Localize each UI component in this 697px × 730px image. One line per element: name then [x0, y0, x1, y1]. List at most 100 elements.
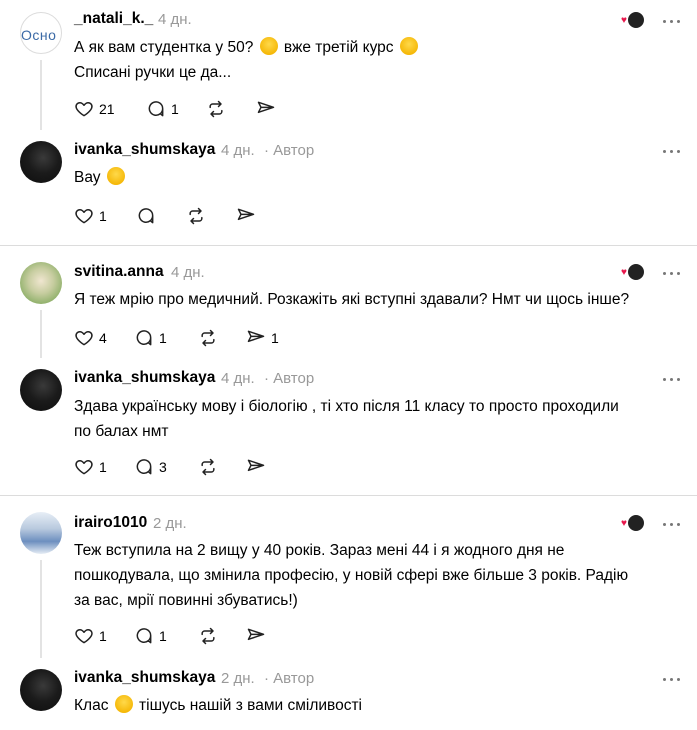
username[interactable]: ivanka_shumskaya [74, 141, 215, 159]
avatar[interactable] [20, 369, 62, 411]
like-count: 1 [99, 208, 107, 224]
comment-line: Теж вступила на 2 вищу у 40 років. Зараз… [74, 542, 565, 559]
reply-button[interactable]: 1 [146, 98, 179, 120]
comment-line: пошкодувала, що змінила професію, у нові… [74, 567, 629, 584]
share-button[interactable] [256, 98, 276, 120]
comment-icon [136, 628, 152, 644]
like-count: 1 [99, 459, 107, 475]
repost-button[interactable] [198, 327, 218, 349]
author-tag: · Автор [264, 670, 315, 687]
like-button[interactable]: 1 [74, 625, 107, 647]
comment-text: Теж вступила на 2 вищу у 40 років. Зараз… [74, 538, 684, 613]
comment-icon [136, 330, 152, 346]
grin-emoji-icon [259, 37, 278, 55]
comment-icon [136, 459, 152, 475]
share-count: 1 [271, 330, 279, 346]
repost-icon [201, 329, 215, 347]
heart-icon [75, 331, 93, 346]
share-button[interactable] [246, 625, 266, 647]
timestamp[interactable]: 4 дн. [171, 264, 205, 281]
comment-icon [148, 101, 164, 117]
like-button[interactable]: 21 [74, 98, 115, 120]
star-eyes-emoji-icon [106, 167, 125, 185]
reply-count: 3 [159, 459, 167, 475]
like-button[interactable]: 4 [74, 327, 107, 349]
comment-text: Вау [74, 165, 684, 190]
like-count: 1 [99, 628, 107, 644]
more-options-button[interactable] [663, 674, 681, 684]
reply-button[interactable]: 1 [134, 625, 167, 647]
heart-icon [75, 102, 93, 117]
reaction-badge[interactable]: ♥ [621, 514, 645, 532]
repost-icon [189, 207, 203, 225]
comment-text: Здава українську мову і біологію , ті хт… [74, 394, 684, 444]
comment-line: по балах нмт [74, 423, 169, 440]
reply-count: 1 [171, 101, 179, 117]
avatar[interactable] [20, 512, 62, 554]
avatar[interactable] [20, 141, 62, 183]
like-count: 21 [99, 101, 115, 117]
repost-button[interactable] [206, 98, 226, 120]
thread-line [40, 310, 42, 358]
comment-text: А як вам студентка у 50? вже третій курс… [74, 35, 684, 85]
more-options-button[interactable] [663, 268, 681, 278]
comment-text: Клас тішусь нашій з вами сміливості [74, 695, 363, 714]
comment-line: Я теж мрію про медичний. Розкажіть які в… [74, 291, 630, 308]
share-icon [257, 101, 275, 114]
heart-icon: ♥ [621, 267, 627, 278]
reply-button[interactable]: 1 [134, 327, 167, 349]
more-options-button[interactable] [663, 146, 681, 156]
author-tag: · Автор [264, 370, 315, 387]
username[interactable]: _natali_k._ [74, 10, 153, 28]
repost-icon [201, 627, 215, 645]
username[interactable]: svitina.anna [74, 263, 164, 281]
reaction-badge[interactable]: ♥ [621, 263, 645, 281]
share-button[interactable] [236, 205, 256, 227]
more-options-button[interactable] [663, 519, 681, 529]
repost-icon [201, 458, 215, 476]
share-icon [247, 330, 265, 343]
reaction-badge[interactable]: ♥ [621, 11, 645, 29]
username[interactable]: ivanka_shumskaya [74, 669, 215, 687]
timestamp[interactable]: 2 дн. [221, 670, 255, 687]
heart-icon: ♥ [621, 15, 627, 26]
author-tag: · Автор [264, 142, 315, 159]
repost-button[interactable] [198, 625, 218, 647]
share-icon [237, 208, 255, 221]
timestamp[interactable]: 2 дн. [153, 515, 187, 532]
avatar[interactable]: Осно [20, 12, 62, 54]
repost-icon [209, 100, 223, 118]
more-options-button[interactable] [663, 16, 681, 26]
share-button[interactable]: 1 [246, 327, 279, 349]
like-button[interactable]: 1 [74, 456, 107, 478]
comment-line: Списані ручки це да... [74, 64, 232, 81]
heart-icon [75, 629, 93, 644]
avatar[interactable] [20, 262, 62, 304]
share-icon [247, 628, 265, 641]
heart-icon [75, 209, 93, 224]
share-icon [247, 459, 265, 472]
comment-line: за вас, мрії повинні збуватись!) [74, 592, 298, 609]
smile-emoji-icon [399, 37, 418, 55]
repost-button[interactable] [198, 456, 218, 478]
like-button[interactable]: 1 [74, 205, 107, 227]
username[interactable]: ivanka_shumskaya [74, 369, 215, 387]
username[interactable]: irairo1010 [74, 514, 147, 532]
reply-button[interactable]: 3 [134, 456, 167, 478]
comment-icon [138, 208, 154, 224]
thread-line [40, 60, 42, 130]
reply-button[interactable] [136, 205, 156, 227]
reply-count: 1 [159, 628, 167, 644]
like-count: 4 [99, 330, 107, 346]
repost-button[interactable] [186, 205, 206, 227]
timestamp[interactable]: 4 дн. [221, 370, 255, 387]
timestamp[interactable]: 4 дн. [158, 11, 192, 28]
thread-line [40, 560, 42, 658]
avatar-alt-text: Осно [21, 27, 57, 43]
avatar[interactable] [20, 669, 62, 711]
timestamp[interactable]: 4 дн. [221, 142, 255, 159]
comment-text: Я теж мрію про медичний. Розкажіть які в… [74, 287, 684, 312]
more-options-button[interactable] [663, 374, 681, 384]
raised-hands-emoji-icon [114, 695, 133, 713]
share-button[interactable] [246, 456, 266, 478]
